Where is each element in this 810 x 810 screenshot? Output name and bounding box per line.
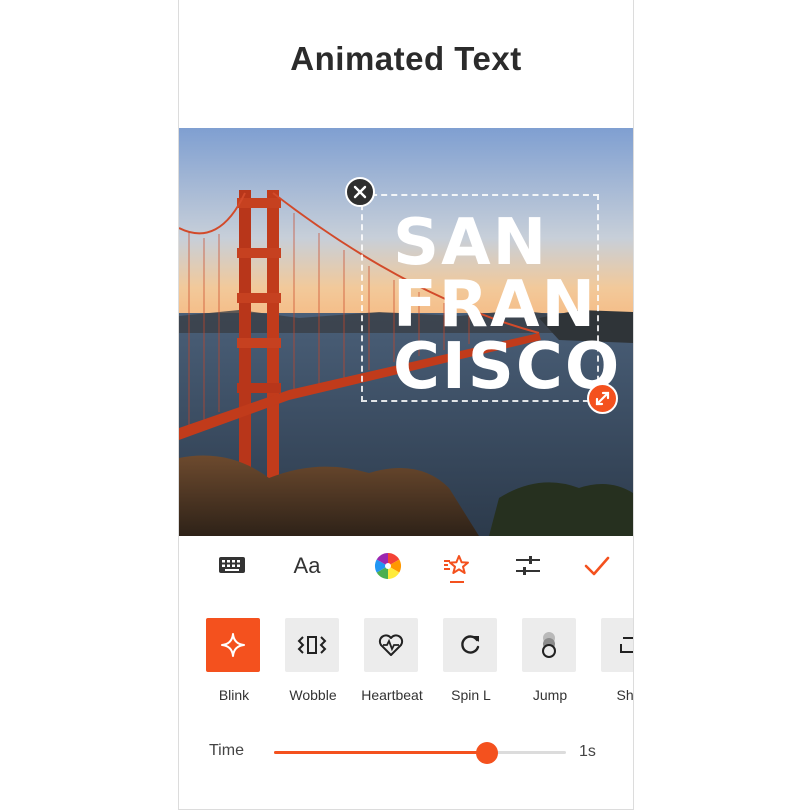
animation-star-glyph — [444, 555, 469, 574]
animation-tile — [443, 618, 497, 672]
animation-heartbeat[interactable]: Heartbeat — [361, 618, 423, 703]
animation-list: Blink Wobble Heartbeat Spin L Jump Sh — [179, 618, 633, 708]
overlay-text[interactable]: SAN FRAN CISCO — [393, 206, 622, 404]
color-wheel-glyph — [374, 552, 402, 580]
animation-jump[interactable]: Jump — [522, 618, 578, 703]
wobble-icon — [297, 636, 327, 654]
heartbeat-icon — [378, 634, 404, 656]
photo-canvas[interactable]: SAN FRAN CISCO — [179, 128, 633, 536]
animation-tile — [601, 618, 633, 672]
resize-glyph — [595, 391, 610, 406]
sliders-glyph — [516, 556, 540, 575]
time-setting: Time 1s — [179, 730, 633, 770]
font-label: Aa — [293, 553, 321, 578]
animation-blink[interactable]: Blink — [206, 618, 262, 703]
animation-spin-l[interactable]: Spin L — [443, 618, 499, 703]
app-screen: Animated Text SAN FRAN CISCO Aa Blink Wo… — [178, 0, 634, 810]
shake-icon — [620, 637, 633, 653]
animation-star-icon[interactable] — [437, 546, 477, 586]
time-label: Time — [209, 742, 244, 759]
resize-diagonal-icon[interactable] — [587, 383, 618, 414]
editor-toolbar: Aa — [179, 536, 633, 596]
active-tab-indicator — [450, 581, 464, 583]
close-glyph — [353, 185, 367, 199]
sparkle-icon — [221, 633, 245, 657]
checkmark-glyph — [584, 556, 610, 576]
time-value: 1s — [579, 743, 596, 760]
animation-tile — [522, 618, 576, 672]
overlay-line: SAN — [393, 206, 549, 280]
keyboard-glyph — [219, 557, 245, 573]
color-wheel-icon[interactable] — [368, 546, 408, 586]
close-icon[interactable] — [345, 177, 375, 207]
animation-tile — [364, 618, 418, 672]
sliders-icon[interactable] — [508, 546, 548, 586]
overlay-line: CISCO — [393, 330, 622, 404]
animation-shake[interactable]: Sha — [601, 618, 633, 703]
checkmark-icon[interactable] — [577, 546, 617, 586]
font-icon[interactable]: Aa — [287, 546, 327, 586]
rotate-left-icon — [461, 635, 480, 654]
overlay-line: FRAN — [393, 268, 598, 342]
keyboard-icon[interactable] — [212, 546, 252, 586]
time-slider-fill — [274, 751, 488, 754]
animation-tile — [285, 618, 339, 672]
time-slider[interactable] — [274, 742, 566, 764]
animation-wobble[interactable]: Wobble — [285, 618, 341, 703]
page-title: Animated Text — [290, 40, 522, 77]
animation-tile — [206, 618, 260, 672]
animation-label: Sha — [616, 687, 634, 703]
jump-icon — [542, 632, 556, 658]
time-slider-thumb[interactable] — [476, 742, 499, 764]
